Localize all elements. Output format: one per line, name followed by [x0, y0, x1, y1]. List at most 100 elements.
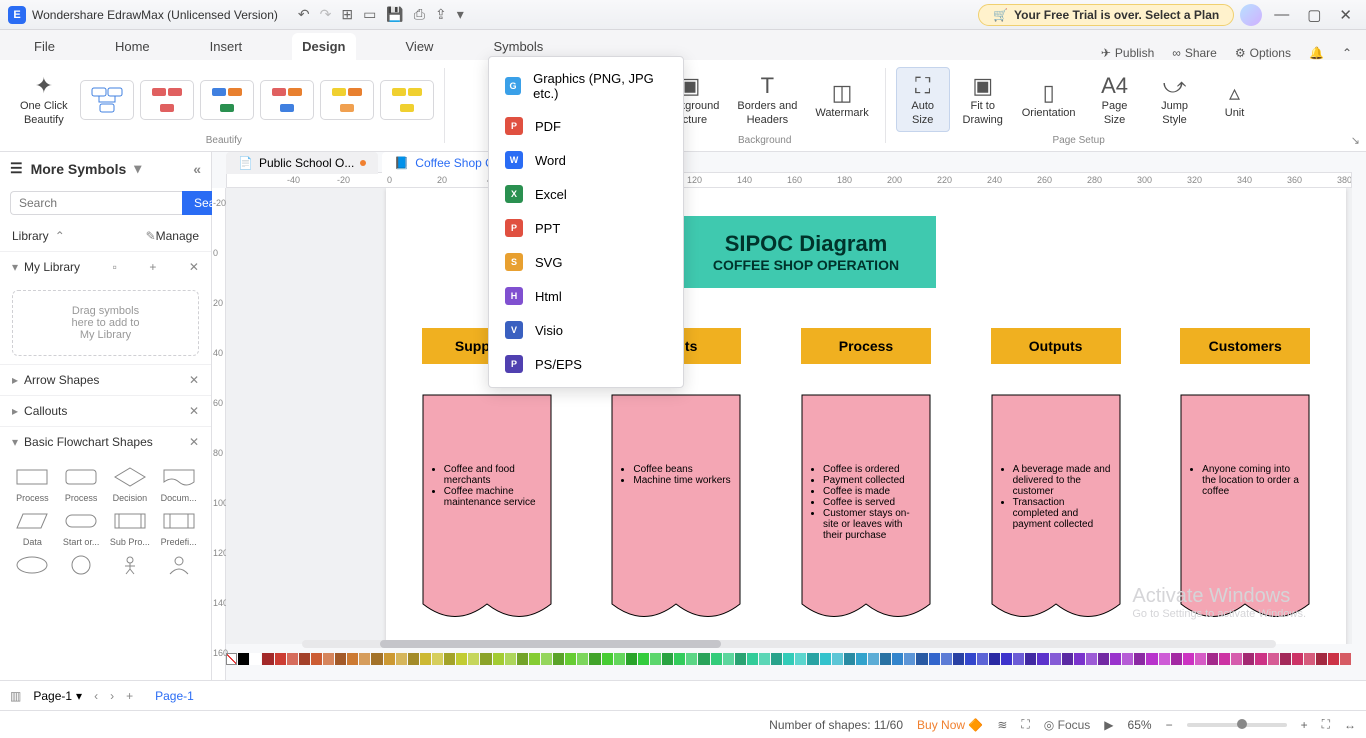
color-swatch[interactable] — [1328, 653, 1339, 665]
color-swatch[interactable] — [275, 653, 286, 665]
open-icon[interactable]: ▭ — [363, 6, 376, 23]
shape-circle[interactable] — [59, 551, 104, 581]
user-avatar[interactable] — [1240, 4, 1262, 26]
color-swatch[interactable] — [1171, 653, 1182, 665]
color-swatch[interactable] — [347, 653, 358, 665]
unit-button[interactable]: ▵Unit — [1208, 75, 1262, 124]
color-swatch[interactable] — [444, 653, 455, 665]
color-swatch[interactable] — [1098, 653, 1109, 665]
trial-banner[interactable]: 🛒 Your Free Trial is over. Select a Plan — [978, 4, 1234, 26]
color-swatch[interactable] — [1219, 653, 1230, 665]
color-swatch[interactable] — [795, 653, 806, 665]
export-option[interactable]: PPDF — [489, 109, 683, 143]
color-swatch[interactable] — [783, 653, 794, 665]
color-swatch[interactable] — [856, 653, 867, 665]
undo-icon[interactable]: ↶ — [298, 6, 310, 23]
buy-now-link[interactable]: Buy Now 🔶 — [917, 718, 983, 732]
horizontal-scrollbar[interactable] — [302, 640, 1276, 648]
color-swatch[interactable] — [299, 653, 310, 665]
color-swatch[interactable] — [1183, 653, 1194, 665]
watermark-button[interactable]: ◫Watermark — [809, 75, 874, 124]
export-option[interactable]: XExcel — [489, 177, 683, 211]
section-callouts[interactable]: Callouts — [24, 404, 67, 418]
color-swatch[interactable] — [735, 653, 746, 665]
theme-preset-6[interactable] — [380, 80, 434, 120]
color-swatch[interactable] — [662, 653, 673, 665]
color-swatch[interactable] — [686, 653, 697, 665]
color-swatch[interactable] — [238, 653, 249, 665]
borders-headers-button[interactable]: TBorders and Headers — [731, 68, 803, 130]
no-color-swatch[interactable] — [226, 653, 237, 665]
color-swatch[interactable] — [929, 653, 940, 665]
collapse-panel-icon[interactable]: « — [193, 161, 201, 177]
theme-preset-4[interactable] — [260, 80, 314, 120]
color-swatch[interactable] — [1025, 653, 1036, 665]
share-link[interactable]: ∞ Share — [1172, 46, 1217, 60]
page-list-icon[interactable]: ▥ — [10, 689, 21, 703]
color-swatch[interactable] — [1062, 653, 1073, 665]
tab-insert[interactable]: Insert — [200, 33, 253, 60]
color-swatch[interactable] — [250, 653, 261, 665]
sipoc-title-box[interactable]: SIPOC Diagram COFFEE SHOP OPERATION — [676, 216, 936, 288]
close-section-icon[interactable]: ✕ — [189, 373, 199, 387]
color-swatch[interactable] — [953, 653, 964, 665]
color-swatch[interactable] — [916, 653, 927, 665]
next-page-icon[interactable]: › — [110, 689, 114, 703]
color-swatch[interactable] — [553, 653, 564, 665]
sipoc-column[interactable]: CustomersAnyone coming into the location… — [1180, 328, 1310, 624]
prev-page-icon[interactable]: ‹ — [94, 689, 98, 703]
color-swatch[interactable] — [1195, 653, 1206, 665]
color-swatch[interactable] — [759, 653, 770, 665]
page-selector[interactable]: Page-1 ▾ — [33, 689, 82, 703]
export-option[interactable]: HHtml — [489, 279, 683, 313]
publish-link[interactable]: ✈ Publish — [1101, 46, 1154, 60]
color-swatch[interactable] — [892, 653, 903, 665]
orientation-button[interactable]: ▯Orientation — [1016, 75, 1082, 124]
page-size-button[interactable]: A4Page Size — [1088, 68, 1142, 130]
collapse-ribbon-icon[interactable]: ⌃ — [1342, 46, 1352, 60]
sipoc-column[interactable]: ProcessCoffee is orderedPayment collecte… — [801, 328, 931, 624]
section-arrow-shapes[interactable]: Arrow Shapes — [24, 373, 99, 387]
auto-size-button[interactable]: ⛶Auto Size — [896, 67, 950, 131]
color-swatch[interactable] — [1134, 653, 1145, 665]
color-swatch[interactable] — [1086, 653, 1097, 665]
color-swatch[interactable] — [977, 653, 988, 665]
color-swatch[interactable] — [565, 653, 576, 665]
color-swatch[interactable] — [989, 653, 1000, 665]
shape-ellipse[interactable] — [10, 551, 55, 581]
one-click-beautify-button[interactable]: ✦ One Click Beautify — [14, 68, 74, 130]
fit-width-icon[interactable]: ↔ — [1344, 718, 1356, 732]
page-tab-1[interactable]: Page-1 — [145, 685, 204, 707]
color-swatch[interactable] — [747, 653, 758, 665]
color-swatch[interactable] — [589, 653, 600, 665]
color-swatch[interactable] — [1050, 653, 1061, 665]
color-swatch[interactable] — [408, 653, 419, 665]
color-swatch[interactable] — [371, 653, 382, 665]
search-input[interactable] — [10, 191, 182, 215]
color-swatch[interactable] — [880, 653, 891, 665]
zoom-slider[interactable] — [1187, 723, 1287, 727]
shape-subprocess[interactable]: Sub Pro... — [108, 507, 153, 547]
redo-icon[interactable]: ↷ — [320, 6, 332, 23]
shape-document[interactable]: Docum... — [156, 463, 201, 503]
color-swatch[interactable] — [1001, 653, 1012, 665]
color-swatch[interactable] — [904, 653, 915, 665]
shape-start[interactable]: Start or... — [59, 507, 104, 547]
color-swatch[interactable] — [1122, 653, 1133, 665]
add-page-icon[interactable]: + — [126, 689, 133, 703]
save-icon[interactable]: 💾 — [386, 6, 403, 23]
color-swatch[interactable] — [1280, 653, 1291, 665]
qat-more-icon[interactable]: ▾ — [457, 6, 464, 23]
color-swatch[interactable] — [820, 653, 831, 665]
color-swatch[interactable] — [807, 653, 818, 665]
export-option[interactable]: PPS/EPS — [489, 347, 683, 381]
color-swatch[interactable] — [1231, 653, 1242, 665]
color-swatch[interactable] — [1074, 653, 1085, 665]
manage-link[interactable]: Manage — [156, 229, 199, 243]
add-lib-icon[interactable]: + — [149, 260, 156, 274]
export-option[interactable]: PPPT — [489, 211, 683, 245]
color-swatch[interactable] — [1110, 653, 1121, 665]
color-swatch[interactable] — [529, 653, 540, 665]
canvas[interactable]: SIPOC Diagram COFFEE SHOP OPERATION Supp… — [226, 188, 1352, 644]
tab-view[interactable]: View — [396, 33, 444, 60]
